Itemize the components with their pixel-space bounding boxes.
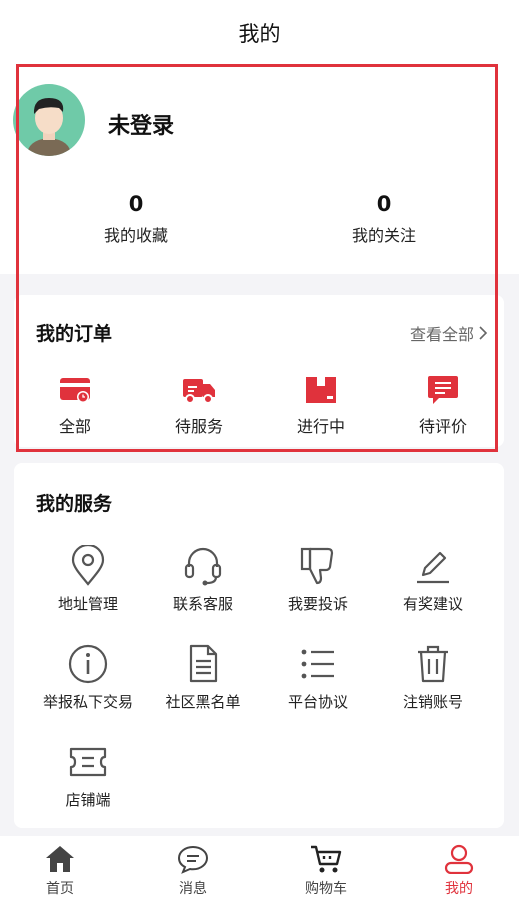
service-delete-account[interactable]: 注销账号 — [373, 643, 493, 712]
tab-cart-label: 购物车 — [305, 881, 347, 897]
service-shop-label: 店铺端 — [65, 791, 111, 809]
service-contact-label: 联系客服 — [172, 595, 233, 613]
service-report-label: 举报私下交易 — [42, 693, 133, 711]
service-community-blacklist[interactable]: 社区黑名单 — [143, 643, 263, 712]
highlight-frame — [16, 64, 498, 452]
list-icon — [301, 649, 334, 679]
service-suggestion[interactable]: 有奖建议 — [373, 545, 493, 614]
tab-messages-label: 消息 — [179, 881, 207, 897]
headset-icon — [184, 547, 222, 586]
cart-icon — [311, 845, 342, 873]
service-address-label: 地址管理 — [57, 595, 118, 613]
home-icon — [46, 846, 74, 872]
service-contact-support[interactable]: 联系客服 — [143, 545, 263, 614]
top-bar: 我的 — [0, 0, 519, 64]
location-pin-icon — [71, 545, 105, 586]
service-address-management[interactable]: 地址管理 — [28, 545, 148, 614]
chat-icon — [177, 845, 209, 874]
tab-me[interactable]: 我的 — [409, 844, 509, 898]
user-icon — [444, 844, 474, 874]
ticket-icon — [69, 747, 107, 777]
service-shop-side[interactable]: 店铺端 — [28, 741, 148, 810]
tab-cart[interactable]: 购物车 — [276, 844, 376, 898]
tab-me-label: 我的 — [445, 881, 473, 897]
service-report-private-trade[interactable]: 举报私下交易 — [28, 643, 148, 712]
services-title: 我的服务 — [36, 493, 113, 515]
thumbs-down-icon — [300, 547, 334, 585]
tab-home-label: 首页 — [46, 881, 74, 897]
tab-messages[interactable]: 消息 — [143, 844, 243, 898]
pencil-icon — [417, 551, 449, 584]
service-agreement-label: 平台协议 — [287, 693, 348, 711]
service-complaint[interactable]: 我要投诉 — [258, 545, 378, 614]
service-delete-label: 注销账号 — [402, 693, 463, 711]
info-circle-icon — [68, 644, 108, 684]
service-blacklist-label: 社区黑名单 — [165, 693, 241, 711]
service-complaint-label: 我要投诉 — [287, 595, 348, 613]
bottom-tab-bar: 首页 消息 购物车 我的 — [0, 836, 519, 904]
services-card: 我的服务 地址管理 联系客服 我要投诉 有奖建议 举报私下交易 社区黑名单 平台… — [14, 463, 504, 828]
service-suggestion-label: 有奖建议 — [402, 595, 463, 613]
tab-home[interactable]: 首页 — [10, 844, 110, 898]
trash-icon — [418, 645, 448, 683]
page-title: 我的 — [238, 22, 281, 46]
service-platform-agreement[interactable]: 平台协议 — [258, 643, 378, 712]
document-icon — [189, 644, 218, 683]
